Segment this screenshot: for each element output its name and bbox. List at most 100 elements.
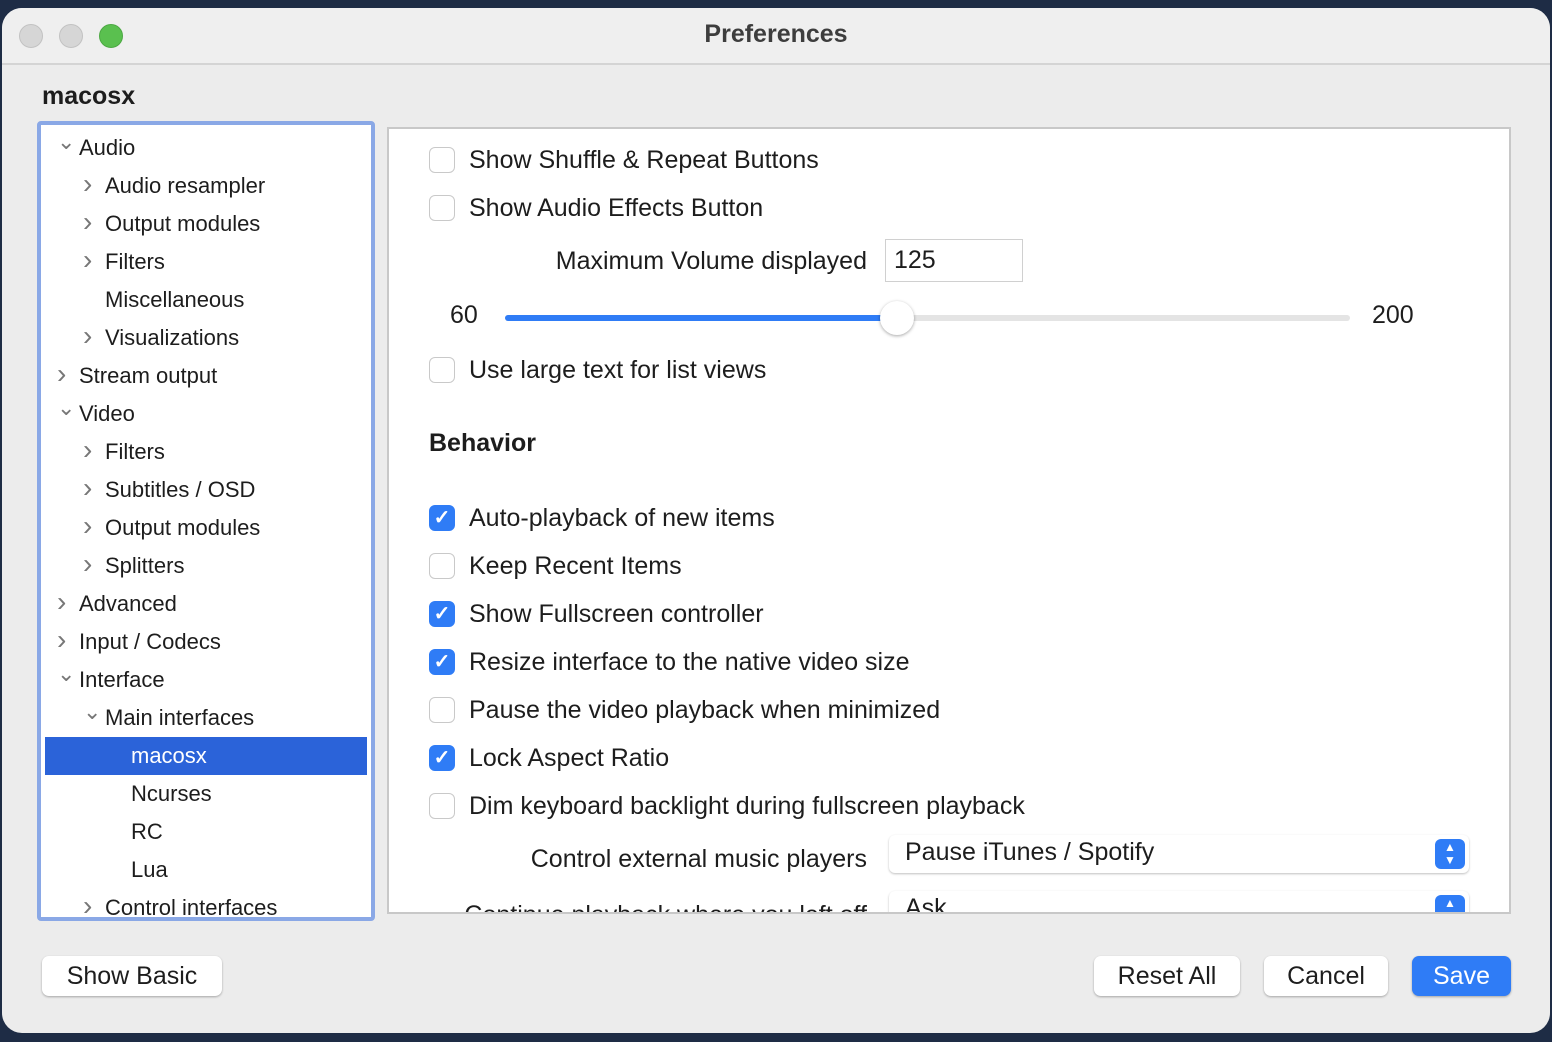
large-text-label: Use large text for list views — [469, 356, 767, 384]
tree-item-label: Main interfaces — [105, 705, 255, 730]
tree-item-label: Filters — [105, 249, 165, 274]
shuffle-label: Show Shuffle & Repeat Buttons — [469, 146, 819, 174]
tree-item[interactable]: Lua — [45, 851, 367, 889]
tree-item[interactable]: ⌄ Audio — [45, 129, 367, 167]
external-players-value: Pause iTunes / Spotify — [905, 838, 1155, 866]
tree-item[interactable]: › Audio resampler — [45, 167, 367, 205]
chevron-right-icon[interactable]: › — [83, 545, 92, 583]
tree-item-label: Audio — [79, 135, 136, 160]
chevron-up-down-icon: ▲▼ — [1435, 895, 1465, 912]
tree-item[interactable]: Ncurses — [45, 775, 367, 813]
tree-item-label: Output modules — [105, 211, 261, 236]
tree-item-label: Subtitles / OSD — [105, 477, 256, 502]
title-bar: Preferences — [2, 8, 1550, 65]
behavior-checkbox[interactable] — [429, 553, 455, 579]
tree-item[interactable]: › Visualizations — [45, 319, 367, 357]
behavior-label: Auto-playback of new items — [469, 504, 775, 532]
tree-item[interactable]: › Advanced — [45, 585, 367, 623]
tree-item-label: Filters — [105, 439, 165, 464]
tree-item-label: Ncurses — [131, 781, 212, 806]
max-volume-label: Maximum Volume displayed — [555, 247, 867, 275]
tree-item-label: Miscellaneous — [105, 287, 245, 312]
behavior-label: Show Fullscreen controller — [469, 600, 764, 628]
chevron-right-icon[interactable]: › — [83, 887, 92, 917]
tree-item-label: Visualizations — [105, 325, 240, 350]
tree-item[interactable]: ⌄ Main interfaces — [45, 699, 367, 737]
cancel-button[interactable]: Cancel — [1264, 956, 1388, 996]
slider-max: 200 — [1372, 301, 1414, 329]
tree-item-label: Output modules — [105, 515, 261, 540]
tree-item[interactable]: › Output modules — [45, 205, 367, 243]
behavior-label: Lock Aspect Ratio — [469, 744, 670, 772]
behavior-checkbox[interactable]: ✓ — [429, 601, 455, 627]
shuffle-checkbox[interactable] — [429, 147, 455, 173]
chevron-right-icon[interactable]: › — [83, 469, 92, 507]
chevron-right-icon[interactable]: › — [83, 241, 92, 279]
tree-item[interactable]: ⌄ Video — [45, 395, 367, 433]
volume-slider[interactable] — [505, 301, 1350, 335]
slider-fill — [505, 315, 898, 321]
large-text-checkbox[interactable] — [429, 357, 455, 383]
tree-item[interactable]: › Splitters — [45, 547, 367, 585]
reset-all-button[interactable]: Reset All — [1094, 956, 1240, 996]
section-heading: macosx — [42, 82, 136, 110]
chevron-right-icon[interactable]: › — [83, 317, 92, 355]
chevron-down-icon[interactable]: ⌄ — [57, 655, 75, 693]
tree-item-label: Splitters — [105, 553, 185, 578]
chevron-right-icon[interactable]: › — [83, 507, 92, 545]
chevron-right-icon[interactable]: › — [57, 355, 66, 393]
behavior-checkbox[interactable] — [429, 793, 455, 819]
slider-thumb[interactable] — [880, 301, 915, 335]
tree-item[interactable]: › Filters — [45, 433, 367, 471]
chevron-right-icon[interactable]: › — [83, 431, 92, 469]
continue-playback-select[interactable]: Ask ▲▼ — [889, 891, 1469, 914]
behavior-heading: Behavior — [429, 429, 536, 457]
behavior-label: Resize interface to the native video siz… — [469, 648, 910, 676]
chevron-right-icon[interactable]: › — [57, 621, 66, 659]
max-volume-input[interactable]: 125 — [885, 239, 1023, 282]
behavior-checkbox[interactable]: ✓ — [429, 505, 455, 531]
save-button[interactable]: Save — [1412, 956, 1511, 996]
tree-item[interactable]: Miscellaneous — [45, 281, 367, 319]
settings-panel: Show Shuffle & Repeat Buttons Show Audio… — [387, 127, 1511, 914]
effects-label: Show Audio Effects Button — [469, 194, 764, 222]
tree-item-label: Input / Codecs — [79, 629, 221, 654]
continue-playback-label: Continue playback where you left off — [464, 901, 867, 912]
tree-item-label: Audio resampler — [105, 173, 266, 198]
tree-item[interactable]: › Input / Codecs — [45, 623, 367, 661]
external-players-select[interactable]: Pause iTunes / Spotify ▲ ▼ — [889, 835, 1469, 873]
tree-item-label: Control interfaces — [105, 895, 278, 920]
chevron-down-icon[interactable]: ⌄ — [57, 125, 75, 161]
external-players-label: Control external music players — [530, 845, 867, 873]
behavior-label: Pause the video playback when minimized — [469, 696, 941, 724]
preferences-window: Preferences macosx ⌄ Audio › Audio resample… — [2, 8, 1550, 1033]
behavior-checkbox[interactable] — [429, 697, 455, 723]
effects-checkbox[interactable] — [429, 195, 455, 221]
tree-item-label: Stream output — [79, 363, 218, 388]
tree-item[interactable]: macosx — [45, 737, 367, 775]
category-tree[interactable]: ⌄ Audio › Audio resampler › Output modules › Fi… — [37, 121, 375, 921]
tree-item[interactable]: › Control interfaces — [45, 887, 367, 920]
chevron-right-icon[interactable]: › — [83, 165, 92, 203]
slider-min: 60 — [450, 301, 478, 329]
behavior-checkbox[interactable]: ✓ — [429, 649, 455, 675]
behavior-checkbox[interactable]: ✓ — [429, 745, 455, 771]
tree-item-label: Lua — [131, 857, 168, 882]
window-title: Preferences — [704, 20, 848, 48]
chevron-right-icon[interactable]: › — [83, 203, 92, 241]
chevron-down-icon[interactable]: ⌄ — [83, 693, 101, 731]
chevron-down-icon[interactable]: ⌄ — [57, 389, 75, 427]
continue-playback-value: Ask — [905, 894, 947, 914]
chevron-right-icon[interactable]: › — [57, 583, 66, 621]
tree-item[interactable]: › Output modules — [45, 509, 367, 547]
chevron-up-down-icon: ▲▼ — [1435, 839, 1465, 869]
tree-item[interactable]: › Stream output — [45, 357, 367, 395]
tree-item[interactable]: › Filters — [45, 243, 367, 281]
tree-item-label: Advanced — [79, 591, 177, 616]
tree-item[interactable]: › Subtitles / OSD — [45, 471, 367, 509]
tree-item-label: RC — [131, 819, 163, 844]
tree-item[interactable]: RC — [45, 813, 367, 851]
behavior-label: Keep Recent Items — [469, 552, 682, 580]
behavior-label: Dim keyboard backlight during fullscreen… — [469, 792, 1025, 820]
show-basic-button[interactable]: Show Basic — [42, 956, 222, 996]
